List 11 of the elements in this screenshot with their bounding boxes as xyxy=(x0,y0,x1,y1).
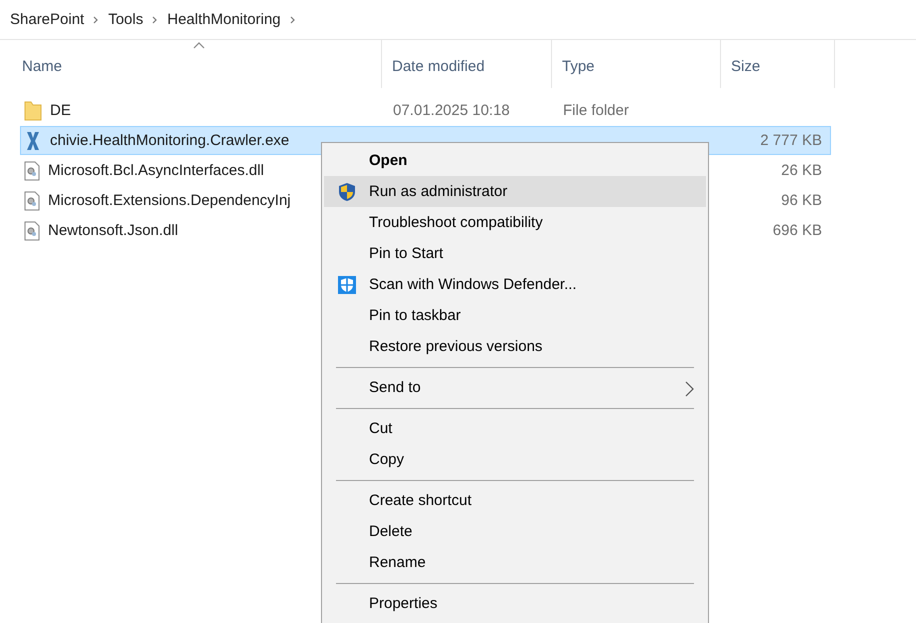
file-size: 26 KB xyxy=(781,162,822,179)
file-name: Microsoft.Bcl.AsyncInterfaces.dll xyxy=(48,162,264,179)
file-type: File folder xyxy=(562,102,629,119)
file-name: chivie.HealthMonitoring.Crawler.exe xyxy=(50,132,290,149)
file-name: DE xyxy=(50,102,71,119)
file-name: Microsoft.Extensions.DependencyInj xyxy=(48,192,291,209)
file-size: 96 KB xyxy=(781,192,822,209)
file-date: 07.01.2025 10:18 xyxy=(392,102,510,119)
file-name: Newtonsoft.Json.dll xyxy=(48,222,178,239)
file-size: 696 KB xyxy=(772,222,822,239)
file-size: 2 777 KB xyxy=(760,132,822,149)
